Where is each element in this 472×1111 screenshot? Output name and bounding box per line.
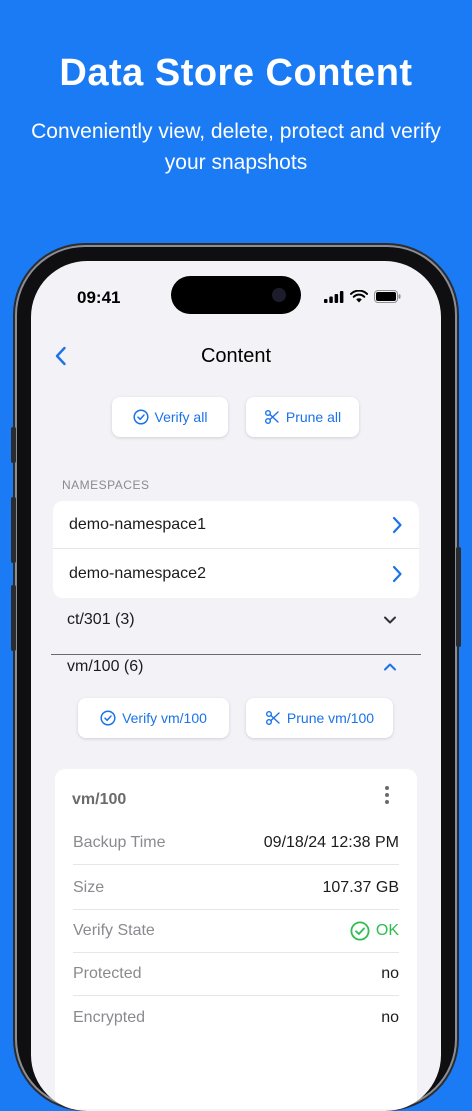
power-button — [456, 547, 461, 647]
field-value: 107.37 GB — [322, 878, 400, 896]
field-value: no — [381, 964, 399, 982]
cellular-signal-icon — [324, 290, 344, 303]
battery-icon — [374, 290, 401, 303]
namespaces-header: NAMESPACES — [62, 478, 150, 492]
field-key: Encrypted — [73, 1009, 146, 1026]
snapshot-title: vm/100 — [72, 791, 127, 808]
phone-frame: 09:41 Content Verify all Prune all NAMES… — [11, 247, 461, 1111]
promo-title: Data Store Content — [59, 52, 413, 94]
group-label: ct/301 (3) — [67, 611, 135, 628]
check-circle-icon — [100, 710, 116, 726]
camera-icon — [272, 288, 286, 302]
field-encrypted: Encrypted no — [73, 996, 399, 1040]
field-key: Verify State — [73, 921, 155, 939]
namespace-item-1[interactable]: demo-namespace1 — [53, 501, 419, 549]
group-ct-301[interactable]: ct/301 (3) — [67, 606, 397, 634]
field-backup-time: Backup Time 09/18/24 12:38 PM — [73, 821, 399, 865]
verify-group-label: Verify vm/100 — [122, 710, 207, 726]
verify-all-label: Verify all — [154, 409, 208, 425]
verify-all-button[interactable]: Verify all — [112, 397, 228, 437]
scissors-icon — [265, 711, 280, 725]
field-key: Backup Time — [73, 833, 166, 851]
dynamic-island — [171, 276, 301, 314]
field-verify-state: Verify State OK — [73, 909, 399, 953]
field-value: 09/18/24 12:38 PM — [263, 833, 399, 851]
prune-group-label: Prune vm/100 — [286, 710, 375, 726]
group-vm-100[interactable]: vm/100 (6) — [67, 653, 397, 681]
page-title: Content — [200, 345, 272, 367]
wifi-icon — [350, 290, 368, 303]
verify-ok-status: OK — [350, 920, 399, 941]
prune-group-button[interactable]: Prune vm/100 — [246, 698, 393, 738]
field-protected: Protected no — [73, 952, 399, 996]
promo-subtitle: Conveniently view, delete, protect and v… — [31, 120, 441, 174]
namespace-label: demo-namespace1 — [69, 515, 206, 533]
namespace-label: demo-namespace2 — [69, 565, 206, 582]
action-button — [11, 427, 16, 463]
volume-down-button — [11, 585, 16, 651]
chevron-up-icon — [384, 663, 396, 671]
prune-all-button[interactable]: Prune all — [246, 397, 359, 437]
namespaces-list: demo-namespace1 demo-namespace2 — [53, 501, 419, 598]
group-label: vm/100 (6) — [67, 658, 144, 675]
chevron-right-icon — [392, 565, 402, 583]
status-icons — [324, 290, 401, 303]
more-vertical-icon[interactable] — [377, 783, 397, 807]
field-key: Protected — [73, 964, 142, 982]
check-circle-icon — [132, 409, 149, 425]
status-time: 09:41 — [77, 288, 121, 307]
field-value: OK — [375, 921, 399, 939]
field-key: Size — [73, 878, 105, 896]
chevron-down-icon — [384, 616, 396, 624]
chevron-right-icon — [392, 516, 402, 533]
field-value: no — [381, 1009, 399, 1026]
field-size: Size 107.37 GB — [73, 866, 399, 910]
scissors-icon — [264, 410, 279, 424]
namespace-item-2[interactable]: demo-namespace2 — [53, 550, 419, 598]
prune-all-label: Prune all — [285, 409, 342, 425]
app-screen: 09:41 Content Verify all Prune all NAMES… — [31, 261, 441, 1111]
volume-up-button — [11, 497, 16, 563]
verify-group-button[interactable]: Verify vm/100 — [78, 698, 229, 738]
check-circle-icon — [350, 920, 370, 941]
snapshot-card: vm/100 Backup Time 09/18/24 12:38 PM Siz… — [55, 769, 417, 1109]
